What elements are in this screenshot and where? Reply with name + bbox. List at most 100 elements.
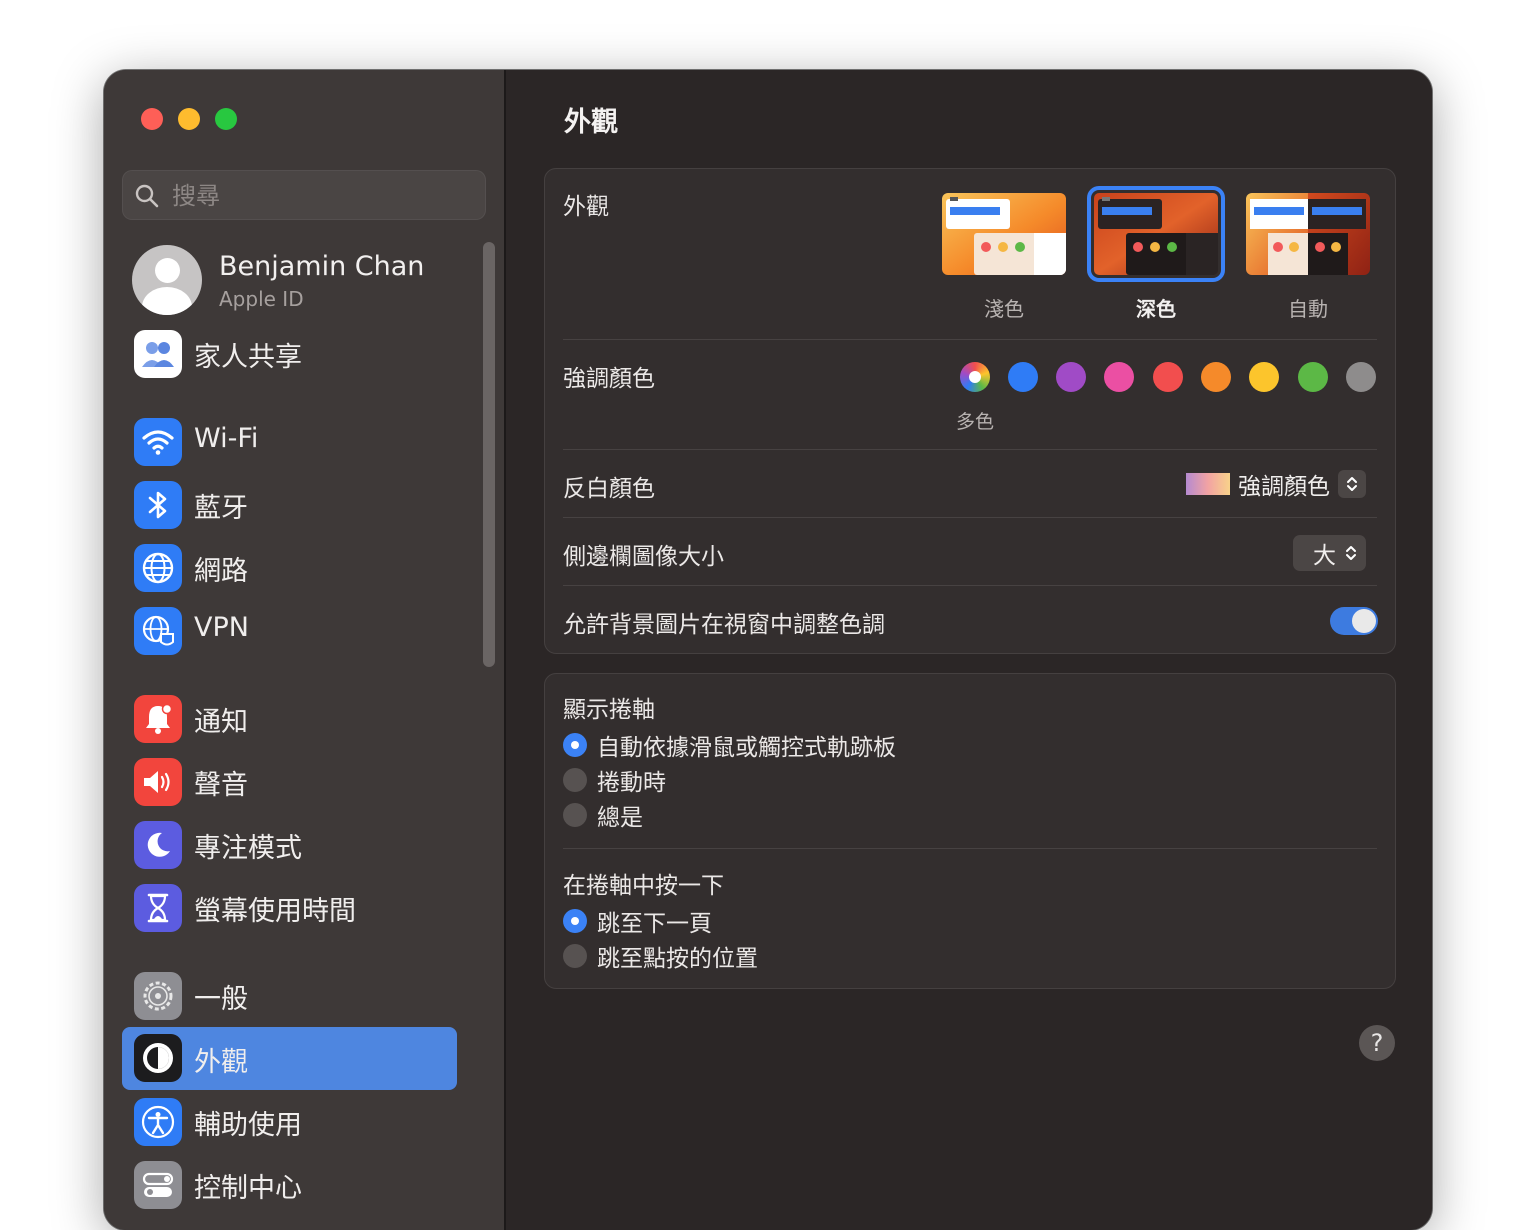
search-icon: [135, 184, 159, 208]
sidebar-item-label: 一般: [194, 984, 248, 1015]
appearance-dark-option[interactable]: [1087, 186, 1225, 282]
globe-icon: [134, 544, 182, 592]
avatar: [132, 245, 202, 315]
sidebar-item-screen-time[interactable]: 螢幕使用時間: [122, 880, 457, 936]
accent-orange-swatch[interactable]: [1201, 362, 1231, 392]
profile-name: Benjamin Chan: [219, 251, 425, 282]
sidebar-item-label: VPN: [194, 612, 249, 643]
appearance-auto-option[interactable]: [1246, 193, 1370, 275]
scrollbar-settings-card: 顯示捲軸 自動依據滑鼠或觸控式軌跡板 捲動時 總是 在捲軸中按一下 跳至下一頁: [544, 673, 1396, 989]
divider: [563, 585, 1377, 586]
scrollbars-always-option[interactable]: 總是: [563, 798, 643, 832]
sidebar-item-network[interactable]: 網路: [122, 540, 457, 596]
sidebar-item-label: 控制中心: [194, 1173, 302, 1204]
appearance-dark-label: 深色: [1136, 297, 1176, 321]
divider: [563, 848, 1377, 849]
sidebar-item-vpn[interactable]: VPN: [122, 603, 457, 659]
divider: [563, 339, 1377, 340]
sidebar-item-control-center[interactable]: 控制中心: [122, 1157, 457, 1213]
sidebar-item-label: 網路: [194, 556, 248, 587]
accent-purple-swatch[interactable]: [1056, 362, 1086, 392]
radio-button[interactable]: [563, 803, 587, 827]
vpn-globe-icon: [134, 607, 182, 655]
radio-label: 自動依據滑鼠或觸控式軌跡板: [597, 735, 896, 761]
sidebar-item-accessibility[interactable]: 輔助使用: [122, 1094, 457, 1150]
accessibility-icon: [134, 1098, 182, 1146]
hourglass-icon: [134, 884, 182, 932]
sidebar-item-general[interactable]: 一般: [122, 968, 457, 1024]
sidebar-icon-size-label: 側邊欄圖像大小: [563, 544, 724, 570]
accent-yellow-swatch[interactable]: [1249, 362, 1279, 392]
accent-multicolor-swatch[interactable]: [960, 362, 990, 392]
sidebar-item-label: 家人共享: [194, 342, 302, 373]
search-input[interactable]: [170, 178, 474, 214]
accent-pink-swatch[interactable]: [1104, 362, 1134, 392]
sidebar-item-sound[interactable]: 聲音: [122, 754, 457, 810]
highlight-color-value: 強調顏色: [1238, 474, 1330, 500]
click-spot-option[interactable]: 跳至點按的位置: [563, 939, 758, 973]
accent-blue-swatch[interactable]: [1008, 362, 1038, 392]
sidebar-item-label: 聲音: [194, 770, 248, 801]
scrollbars-auto-option[interactable]: 自動依據滑鼠或觸控式軌跡板: [563, 728, 896, 762]
highlight-color-label: 反白顏色: [563, 476, 655, 502]
zoom-window-button[interactable]: [215, 108, 237, 130]
wallpaper-tint-toggle[interactable]: [1330, 607, 1378, 635]
appearance-light-label: 淺色: [984, 297, 1024, 321]
sidebar-item-notifications[interactable]: 通知: [122, 691, 457, 747]
accent-graphite-swatch[interactable]: [1346, 362, 1376, 392]
wallpaper-tint-label: 允許背景圖片在視窗中調整色調: [563, 612, 885, 638]
sidebar-item-label: 藍牙: [194, 493, 248, 524]
sidebar-icon-size-popup[interactable]: 大: [1293, 535, 1366, 571]
appearance-settings-card: 外觀 淺色 深色 自動 強調顏色 多色 反白顏色 強調顏色 側邊欄圖像大小 大 …: [544, 168, 1396, 654]
sidebar-item-label: 外觀: [194, 1047, 248, 1078]
click-scrollbar-title: 在捲軸中按一下: [563, 873, 724, 899]
chevron-updown-icon: [1346, 546, 1356, 560]
appearance-auto-label: 自動: [1288, 297, 1328, 321]
appearance-light-option[interactable]: [942, 193, 1066, 275]
appearance-icon: [134, 1034, 182, 1082]
scrollbars-when-scrolling-option[interactable]: 捲動時: [563, 763, 666, 797]
appearance-label: 外觀: [563, 194, 609, 220]
sidebar-item-appearance[interactable]: 外觀: [122, 1027, 457, 1090]
accent-selected-caption: 多色: [955, 411, 994, 433]
sidebar-item-wifi[interactable]: Wi-Fi: [122, 414, 457, 470]
sidebar-item-label: 螢幕使用時間: [194, 896, 356, 927]
system-settings-window: Benjamin Chan Apple ID 家人共享: [104, 70, 1432, 1230]
accent-color-label: 強調顏色: [563, 366, 655, 392]
radio-label: 捲動時: [597, 770, 666, 796]
help-button[interactable]: ?: [1359, 1025, 1395, 1061]
accent-green-swatch[interactable]: [1298, 362, 1328, 392]
sidebar-item-label: 輔助使用: [194, 1110, 302, 1141]
close-window-button[interactable]: [141, 108, 163, 130]
radio-label: 跳至下一頁: [597, 911, 712, 937]
radio-button[interactable]: [563, 944, 587, 968]
moon-icon: [134, 821, 182, 869]
sidebar-icon-size-value: 大: [1313, 543, 1336, 569]
highlight-color-popup[interactable]: 強調顏色: [1186, 467, 1366, 501]
accent-red-swatch[interactable]: [1153, 362, 1183, 392]
sidebar-item-focus[interactable]: 專注模式: [122, 817, 457, 873]
minimize-window-button[interactable]: [178, 108, 200, 130]
wifi-icon: [134, 418, 182, 466]
sidebar-scrollbar[interactable]: [483, 242, 495, 667]
sidebar-item-bluetooth[interactable]: 藍牙: [122, 477, 457, 533]
radio-button[interactable]: [563, 909, 587, 933]
show-scrollbars-title: 顯示捲軸: [563, 697, 655, 723]
highlight-color-preview: [1186, 473, 1230, 495]
click-next-page-option[interactable]: 跳至下一頁: [563, 904, 712, 938]
search-field[interactable]: [122, 170, 486, 220]
radio-label: 跳至點按的位置: [597, 946, 758, 972]
profile-subtitle: Apple ID: [219, 287, 304, 311]
family-sharing-icon: [134, 330, 182, 378]
apple-id-profile[interactable]: Benjamin Chan Apple ID: [132, 245, 462, 317]
radio-button[interactable]: [563, 733, 587, 757]
divider: [563, 449, 1377, 450]
radio-label: 總是: [597, 805, 643, 831]
radio-button[interactable]: [563, 768, 587, 792]
sidebar-item-family-sharing[interactable]: 家人共享: [122, 326, 457, 382]
bell-icon: [134, 695, 182, 743]
sidebar-item-label: Wi-Fi: [194, 423, 259, 454]
sidebar-item-label: 專注模式: [194, 833, 302, 864]
sidebar: Benjamin Chan Apple ID 家人共享: [104, 70, 506, 1230]
bluetooth-icon: [134, 481, 182, 529]
